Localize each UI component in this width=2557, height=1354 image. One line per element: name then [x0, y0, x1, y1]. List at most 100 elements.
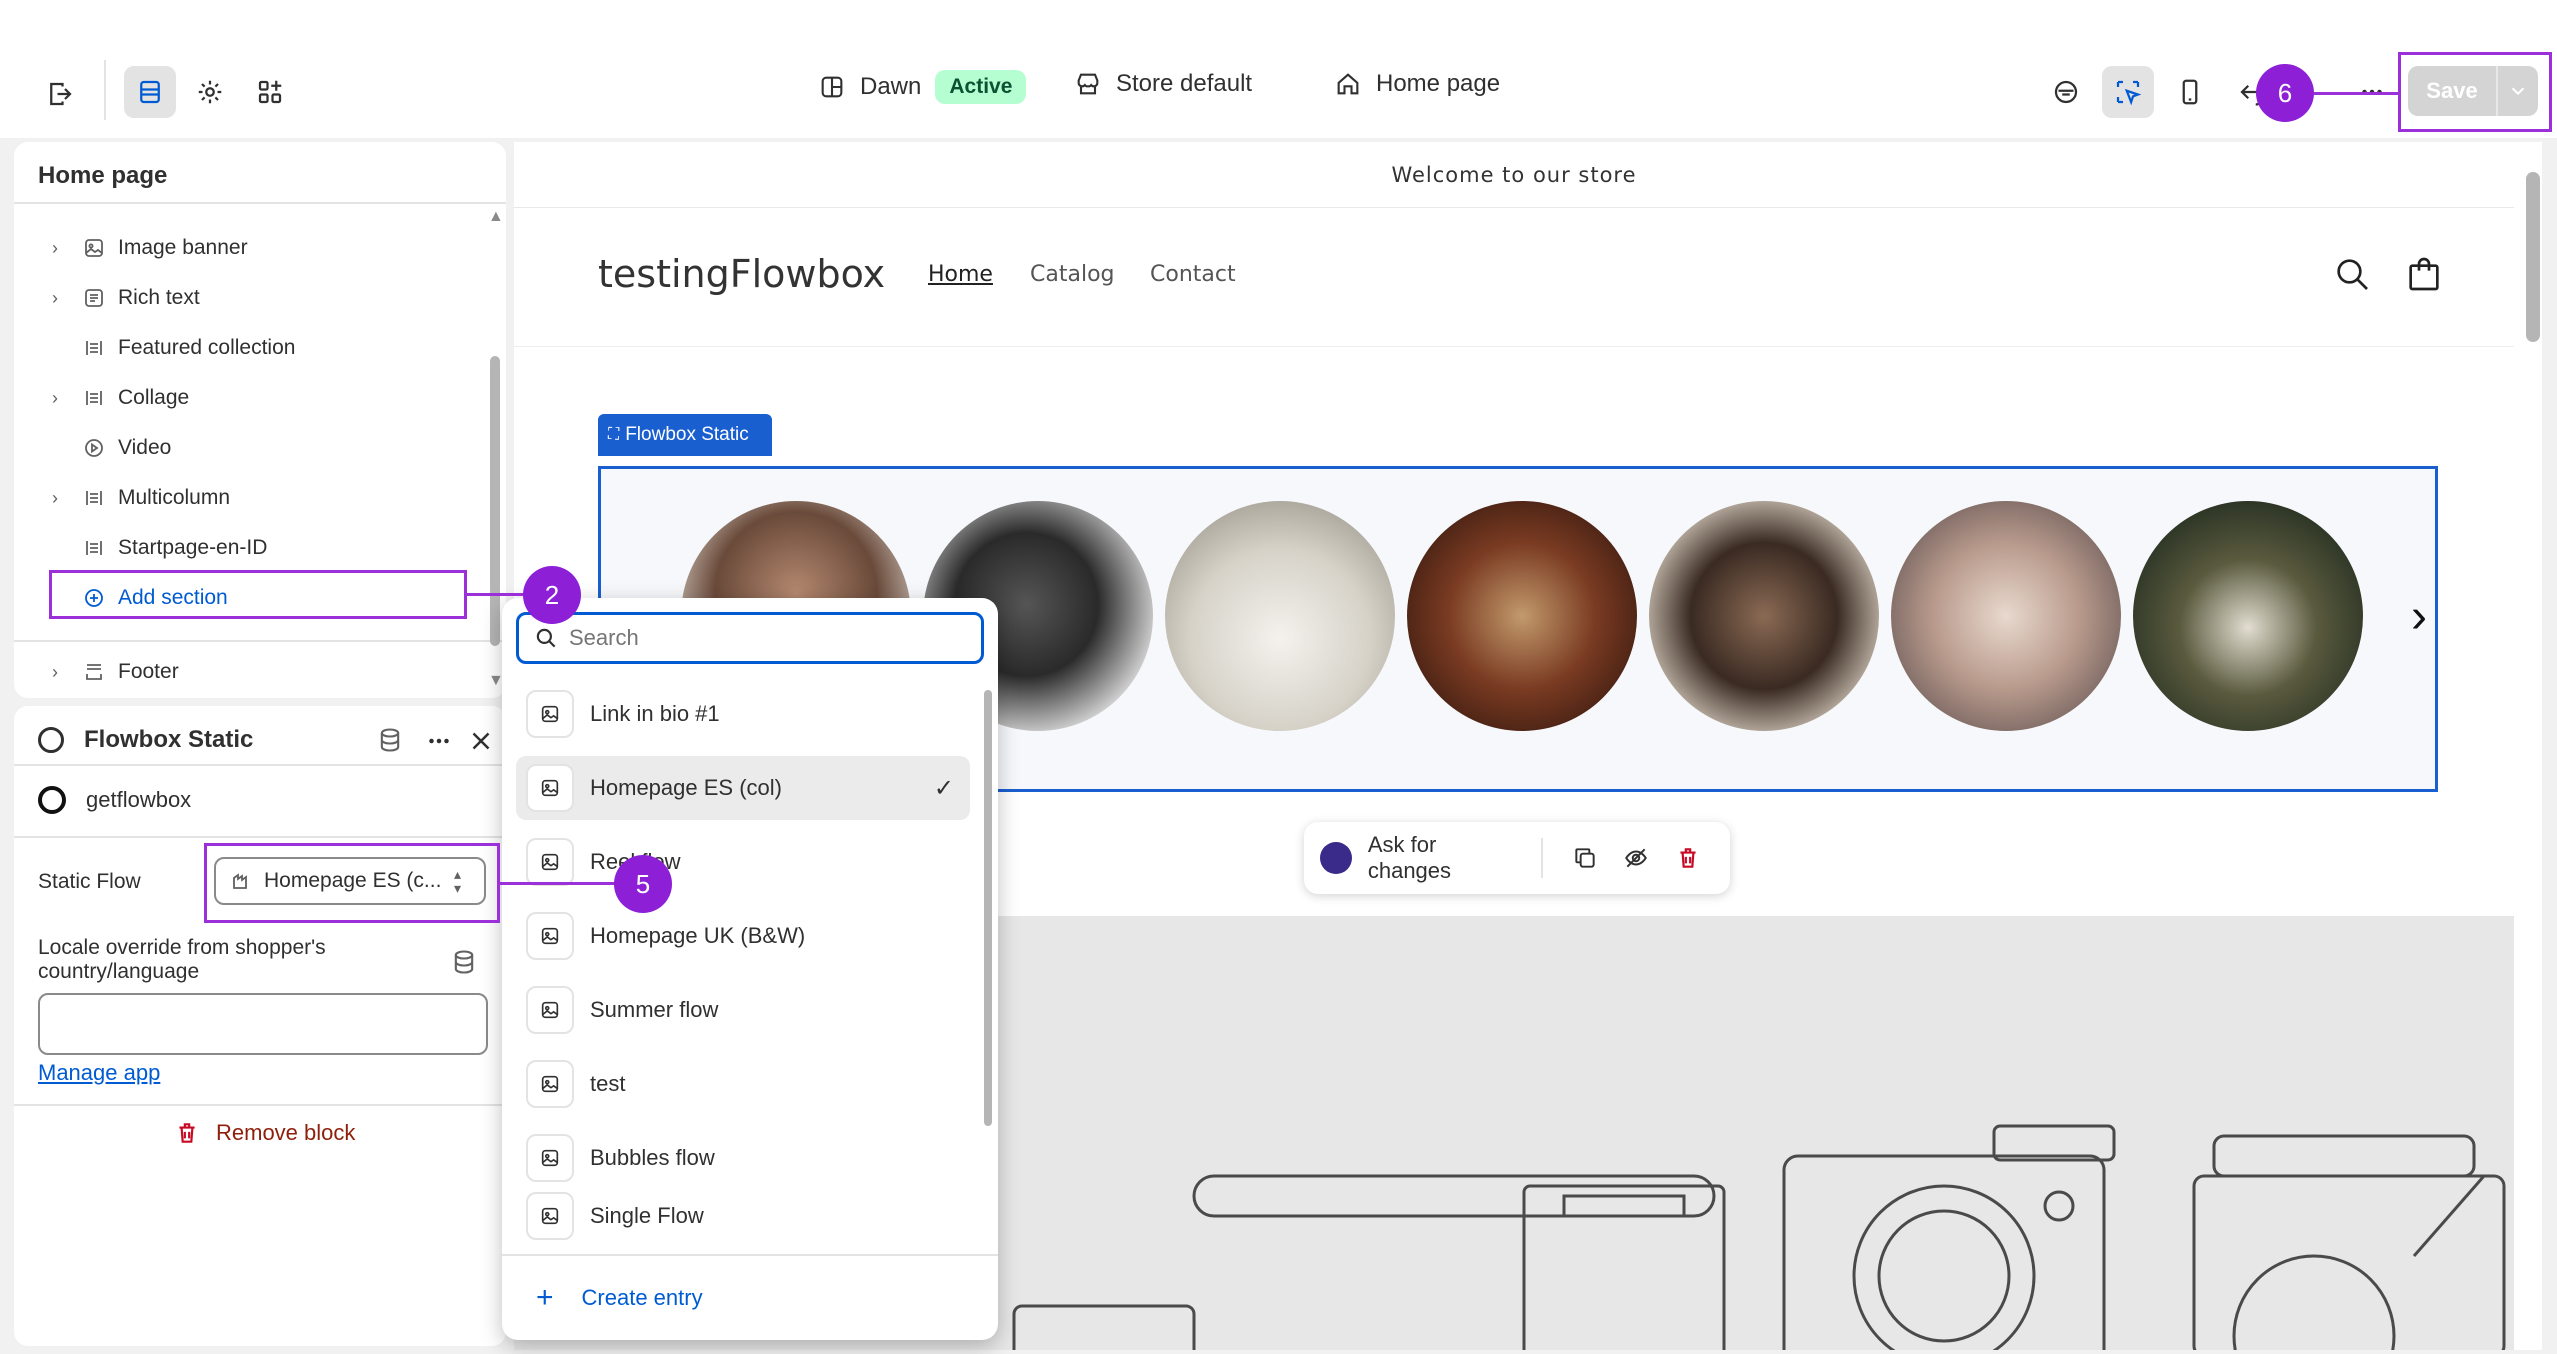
store-context-selector[interactable]: Store default [1074, 70, 1252, 98]
image-icon [526, 1060, 574, 1108]
annotation-box [2398, 52, 2552, 132]
image-icon [526, 764, 574, 812]
section-video[interactable]: Video [52, 426, 171, 470]
section-image-banner[interactable]: › Image banner [52, 226, 248, 270]
annotation-line [500, 882, 618, 885]
static-flow-label: Static Flow [38, 870, 141, 893]
scrollbar[interactable] [984, 690, 992, 1126]
locale-label: Locale override from shopper's country/l… [38, 936, 326, 983]
ask-for-changes-button[interactable]: Ask for changes [1368, 832, 1525, 884]
dropdown-option-selected[interactable]: Homepage ES (col) ✓ [516, 756, 970, 820]
dropdown-option[interactable]: Summer flow [516, 978, 970, 1042]
dropdown-option[interactable]: test [516, 1052, 970, 1116]
store-context-label: Store default [1116, 70, 1253, 97]
apps-icon[interactable] [244, 66, 296, 118]
section-featured-collection[interactable]: Featured collection [52, 326, 295, 370]
search-icon [536, 628, 556, 648]
section-label: Multicolumn [118, 486, 231, 509]
close-icon[interactable] [466, 726, 496, 761]
divider [14, 640, 506, 642]
divider [14, 1104, 506, 1106]
theme-name: Dawn [860, 73, 922, 100]
chevron-right-icon[interactable]: › [52, 238, 74, 259]
scrollbar[interactable] [2526, 172, 2540, 342]
create-entry-button[interactable]: + Create entry [502, 1254, 998, 1340]
annotation-box [49, 570, 467, 619]
text-block-icon [82, 286, 106, 310]
page-context-label: Home page [1376, 70, 1501, 97]
nav-home[interactable]: Home [928, 262, 993, 287]
duplicate-icon[interactable] [1559, 845, 1611, 871]
chevron-right-icon[interactable]: › [52, 388, 74, 409]
layout-icon [821, 76, 843, 98]
image-icon [526, 690, 574, 738]
trash-icon [179, 1123, 195, 1143]
section-multicolumn[interactable]: › Multicolumn [52, 476, 230, 520]
database-icon[interactable] [450, 948, 478, 981]
hide-icon[interactable] [1611, 845, 1663, 871]
divider [104, 60, 106, 120]
dropdown-option[interactable]: Link in bio #1 [516, 682, 970, 746]
image-icon [526, 838, 574, 886]
search-input[interactable] [569, 625, 959, 651]
ai-assistant-icon [1320, 842, 1352, 874]
scroll-up-icon[interactable]: ▲ [488, 208, 504, 226]
inspector-icon[interactable] [2102, 66, 2154, 118]
dropdown-option[interactable]: Bubbles flow [516, 1126, 970, 1190]
section-label: Footer [118, 660, 179, 683]
page-selector[interactable]: Home page [1334, 70, 1500, 98]
chevron-right-icon[interactable]: › [52, 488, 74, 509]
chevron-right-icon[interactable]: › [52, 662, 74, 683]
section-rich-text[interactable]: › Rich text [52, 276, 200, 320]
locale-override-input[interactable] [38, 993, 488, 1055]
play-icon [82, 436, 106, 460]
mobile-icon[interactable] [2164, 66, 2216, 118]
section-startpage[interactable]: Startpage-en-ID [52, 526, 267, 570]
section-collage[interactable]: › Collage [52, 376, 189, 420]
section-footer[interactable]: › Footer [52, 650, 179, 694]
divider [1540, 838, 1543, 878]
theme-selector[interactable]: Dawn Active [818, 70, 1027, 104]
search-field[interactable] [516, 612, 984, 664]
home-icon [1337, 73, 1359, 95]
nav-contact[interactable]: Contact [1150, 262, 1236, 287]
store-logo-text[interactable]: testingFlowbox [598, 252, 885, 296]
image-icon [526, 986, 574, 1034]
carousel-image[interactable] [1891, 501, 2121, 731]
more-icon[interactable] [424, 726, 454, 761]
manage-app-link[interactable]: Manage app [38, 1060, 160, 1086]
section-label: Rich text [118, 286, 200, 309]
flowbox-section-tag[interactable]: ⛶ Flowbox Static [598, 414, 772, 456]
carousel-image[interactable] [1407, 501, 1637, 731]
carousel-image[interactable] [1165, 501, 1395, 731]
layout-icon [82, 336, 106, 360]
carousel-image[interactable] [1649, 501, 1879, 731]
section-label: Collage [118, 386, 190, 409]
remove-block-button[interactable]: Remove block [174, 1120, 355, 1146]
nav-catalog[interactable]: Catalog [1030, 262, 1115, 287]
annotation-line [467, 593, 525, 596]
sections-icon[interactable] [124, 66, 176, 118]
search-icon[interactable] [2332, 254, 2372, 299]
chevron-right-icon[interactable]: › [2411, 589, 2427, 644]
divider [14, 836, 506, 838]
layout-icon [82, 386, 106, 410]
cart-icon[interactable] [2404, 254, 2444, 299]
announcement-bar: Welcome to our store [514, 142, 2514, 208]
top-bar: Dawn Active Store default Home page Save [0, 0, 2557, 138]
annotation-marker: 6 [2256, 64, 2314, 122]
gear-icon[interactable] [184, 66, 236, 118]
trash-icon[interactable] [1662, 845, 1714, 871]
chevron-right-icon[interactable]: › [52, 288, 74, 309]
footer-icon [82, 660, 106, 684]
exit-icon[interactable] [36, 70, 84, 118]
dropdown-option[interactable]: Homepage UK (B&W) [516, 904, 970, 968]
scrollbar[interactable] [490, 356, 500, 646]
database-icon[interactable] [376, 726, 404, 759]
theme-editor: Dawn Active Store default Home page Save [0, 0, 2557, 1354]
status-badge: Active [935, 70, 1027, 104]
dropdown-option[interactable]: Single Flow [516, 1184, 970, 1248]
image-icon [526, 1134, 574, 1182]
ai-assistant-icon[interactable] [2040, 66, 2092, 118]
carousel-image[interactable] [2133, 501, 2363, 731]
